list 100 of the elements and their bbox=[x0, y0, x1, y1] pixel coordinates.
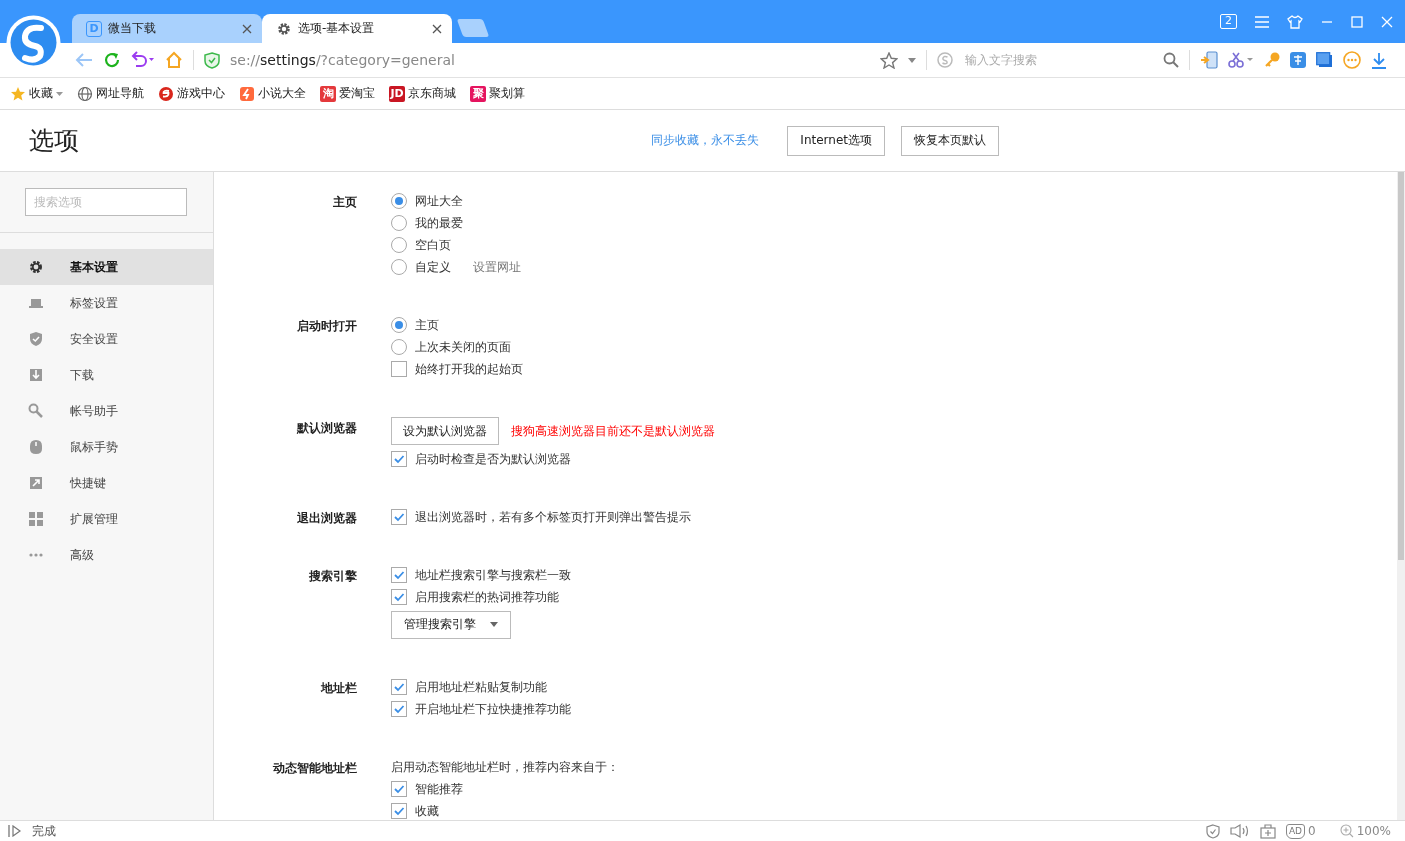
radio-button[interactable] bbox=[391, 237, 407, 253]
sidebar-item[interactable]: 安全设置 bbox=[0, 321, 213, 357]
sidebar-item[interactable]: 扩展管理 bbox=[0, 501, 213, 537]
option-label: 启动时检查是否为默认浏览器 bbox=[415, 450, 571, 468]
shield-icon bbox=[28, 331, 44, 347]
set-url-link[interactable]: 设置网址 bbox=[473, 258, 521, 276]
bookmark-item[interactable]: JD 京东商城 bbox=[389, 85, 456, 102]
checkbox[interactable] bbox=[391, 701, 407, 717]
option-label: 地址栏搜索引擎与搜索栏一致 bbox=[415, 566, 571, 584]
bookmark-item[interactable]: 游戏中心 bbox=[158, 85, 225, 102]
search-field[interactable]: 搜索选项 bbox=[25, 188, 187, 216]
section-label: 默认浏览器 bbox=[296, 420, 357, 437]
checkbox[interactable] bbox=[391, 509, 407, 525]
option-label: 收藏 bbox=[415, 802, 439, 820]
sidebar-item[interactable]: 帐号助手 bbox=[0, 393, 213, 429]
phone-icon[interactable] bbox=[1200, 51, 1218, 69]
radio-button[interactable] bbox=[391, 259, 407, 275]
option-label: 空白页 bbox=[415, 236, 451, 254]
bookmark-item[interactable]: 网址导航 bbox=[77, 85, 144, 102]
caret-icon bbox=[490, 622, 498, 627]
mouse-icon bbox=[28, 439, 44, 455]
extensions-icon bbox=[28, 511, 44, 527]
sidebar-item[interactable]: 标签设置 bbox=[0, 285, 213, 321]
bookmark-item[interactable]: 聚 聚划算 bbox=[470, 85, 525, 102]
radio-button[interactable] bbox=[391, 193, 407, 209]
sync-link[interactable]: 同步收藏，永不丢失 bbox=[651, 132, 760, 149]
search-icon[interactable] bbox=[1163, 52, 1179, 68]
option-label: 退出浏览器时，若有多个标签页打开则弹出警告提示 bbox=[415, 508, 691, 526]
scrollbar[interactable] bbox=[1397, 172, 1405, 820]
description-text: 启用动态智能地址栏时，推荐内容来自于： bbox=[391, 758, 619, 776]
checkbox[interactable] bbox=[391, 567, 407, 583]
checkbox[interactable] bbox=[391, 803, 407, 819]
option-label: 自定义 bbox=[415, 258, 451, 276]
caret-icon bbox=[56, 91, 63, 96]
checkbox[interactable] bbox=[391, 361, 407, 377]
header-button[interactable]: 恢复本页默认 bbox=[901, 125, 999, 156]
toolbox-icon[interactable] bbox=[1259, 823, 1276, 839]
ad-count: 0 bbox=[1308, 824, 1316, 838]
sidebar-item[interactable]: 快捷键 bbox=[0, 465, 213, 501]
close-icon[interactable] bbox=[432, 23, 442, 34]
browser-tab[interactable]: D 微当下载 bbox=[72, 14, 262, 43]
globe-icon bbox=[77, 85, 93, 102]
scissors-icon[interactable] bbox=[1228, 52, 1254, 68]
ad-block-indicator[interactable]: AD 0 bbox=[1285, 823, 1316, 839]
close-icon[interactable] bbox=[242, 23, 252, 34]
zoom-level[interactable]: 100% bbox=[1339, 824, 1391, 838]
home-icon[interactable] bbox=[165, 51, 183, 69]
checkbox[interactable] bbox=[391, 451, 407, 467]
option-label: 启用地址栏粘贴复制功能 bbox=[415, 678, 547, 696]
sidebar-item[interactable]: 下载 bbox=[0, 357, 213, 393]
option-label: 我的最爱 bbox=[415, 214, 463, 232]
bookmark-item[interactable]: 淘 爱淘宝 bbox=[320, 85, 375, 102]
undo-icon[interactable] bbox=[131, 51, 155, 69]
scrollbar-thumb[interactable] bbox=[1398, 172, 1404, 560]
manage-search-engines-dropdown[interactable]: 管理搜索引擎 bbox=[391, 610, 511, 639]
maximize-icon[interactable] bbox=[1351, 15, 1363, 28]
radio-button[interactable] bbox=[391, 339, 407, 355]
shirt-icon[interactable] bbox=[1287, 14, 1303, 29]
shield-icon[interactable] bbox=[1205, 823, 1220, 839]
bookmark-item[interactable]: 收藏 bbox=[10, 85, 63, 102]
window-icon[interactable] bbox=[1316, 52, 1333, 68]
download-icon bbox=[28, 367, 44, 383]
star-icon[interactable] bbox=[880, 51, 898, 69]
header-button[interactable]: Internet选项 bbox=[787, 125, 885, 156]
search-field[interactable]: 输入文字搜索 bbox=[963, 52, 1153, 68]
sidebar-toggle-icon[interactable] bbox=[8, 825, 22, 837]
default-browser-button[interactable]: 设为默认浏览器 bbox=[391, 417, 499, 445]
sidebar-item[interactable]: 鼠标手势 bbox=[0, 429, 213, 465]
option-label: 网址大全 bbox=[415, 192, 463, 210]
more-icon[interactable] bbox=[1343, 51, 1361, 69]
bookmark-item[interactable]: 小说大全 bbox=[239, 85, 306, 102]
menu-icon[interactable] bbox=[1255, 15, 1269, 28]
section-label: 地址栏 bbox=[319, 680, 357, 697]
new-tab-button[interactable] bbox=[456, 19, 490, 37]
ad-block-icon: AD bbox=[1285, 823, 1306, 839]
zoom-icon bbox=[1339, 824, 1354, 838]
refresh-icon[interactable] bbox=[103, 51, 121, 69]
checkbox[interactable] bbox=[391, 589, 407, 605]
translate-icon[interactable] bbox=[1290, 52, 1306, 68]
star-icon bbox=[10, 85, 26, 102]
radio-button[interactable] bbox=[391, 215, 407, 231]
back-icon[interactable] bbox=[75, 52, 93, 68]
option-label: 开启地址栏下拉快捷推荐功能 bbox=[415, 700, 571, 718]
search-engine-icon bbox=[937, 52, 953, 68]
address-field[interactable]: se://settings/?category=general bbox=[230, 52, 870, 68]
speaker-icon[interactable] bbox=[1229, 824, 1250, 838]
shortcut-icon bbox=[28, 475, 44, 491]
browser-tab[interactable]: 选项-基本设置 bbox=[262, 14, 452, 43]
download-icon[interactable] bbox=[1371, 51, 1387, 69]
sidebar-item[interactable]: 高级 bbox=[0, 537, 213, 573]
status-text: 完成 bbox=[32, 822, 57, 840]
sidebar-item[interactable]: 基本设置 bbox=[0, 249, 213, 285]
site-icon: 聚 bbox=[470, 85, 486, 102]
shield-icon bbox=[204, 51, 220, 69]
checkbox[interactable] bbox=[391, 679, 407, 695]
checkbox[interactable] bbox=[391, 781, 407, 797]
radio-button[interactable] bbox=[391, 317, 407, 333]
gear-icon bbox=[276, 20, 292, 37]
caret-icon[interactable] bbox=[908, 57, 916, 63]
section-label: 退出浏览器 bbox=[296, 510, 357, 527]
